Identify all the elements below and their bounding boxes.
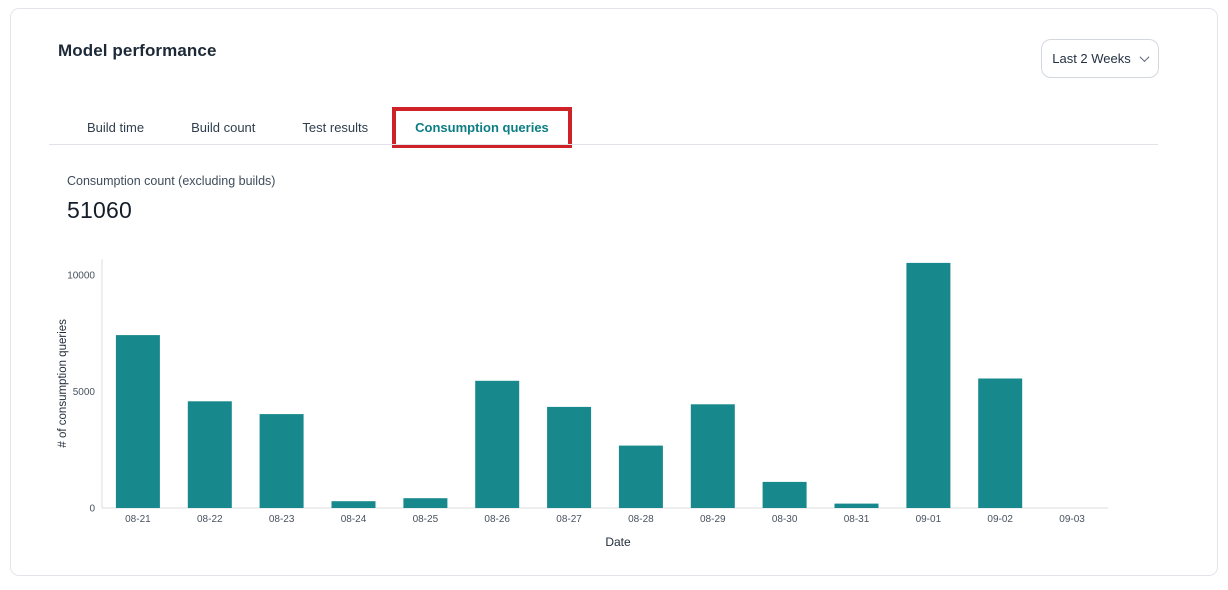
y-axis-title: # of consumption queries [57, 319, 69, 448]
x-axis-title: Date [605, 535, 631, 549]
chart-bar-08-29[interactable] [691, 404, 735, 508]
chart-bar-08-28[interactable] [619, 446, 663, 508]
consumption-chart: 0 5000 10000 08-21 08-22 08-23 08-24 08-25 08-26… [41, 249, 1121, 559]
chart-bar-08-24[interactable] [332, 501, 376, 508]
chart-bar-08-31[interactable] [835, 504, 879, 508]
x-tick-label: 08-22 [197, 514, 223, 525]
x-tick-label: 08-30 [772, 514, 798, 525]
chart-bar-08-21[interactable] [116, 335, 160, 508]
chart-bar-08-26[interactable] [475, 381, 519, 508]
tab-test-results[interactable]: Test results [301, 120, 369, 135]
chart-bar-08-23[interactable] [260, 414, 304, 508]
tab-build-time[interactable]: Build time [86, 120, 145, 135]
x-tick-label: 08-31 [844, 514, 870, 525]
tab-build-count[interactable]: Build count [190, 120, 256, 135]
x-tick-label: 08-25 [413, 514, 439, 525]
x-tick-label: 08-23 [269, 514, 295, 525]
x-tick-label: 08-21 [125, 514, 151, 525]
tabs: Build time Build count Test results Consump… [86, 113, 550, 141]
y-tick-label: 5000 [73, 387, 96, 398]
chevron-down-icon [1139, 52, 1149, 62]
chart-bar-09-01[interactable] [906, 263, 950, 508]
x-tick-label: 09-02 [987, 514, 1013, 525]
model-performance-card: Model performance Last 2 Weeks Build tim… [10, 8, 1218, 576]
date-range-selector[interactable]: Last 2 Weeks [1041, 39, 1159, 78]
tabs-divider [49, 144, 1158, 145]
chart-bar-08-22[interactable] [188, 401, 232, 508]
x-tick-label: 09-01 [916, 514, 942, 525]
y-tick-label: 10000 [67, 271, 95, 282]
metric-label: Consumption count (excluding builds) [67, 174, 275, 188]
chart-bar-08-27[interactable] [547, 407, 591, 508]
x-tick-label: 08-24 [341, 514, 367, 525]
page-title: Model performance [58, 41, 217, 61]
tab-consumption-queries[interactable]: Consumption queries [414, 120, 550, 135]
chart-bar-09-02[interactable] [978, 379, 1022, 509]
x-tick-label: 08-28 [628, 514, 654, 525]
x-tick-label: 08-27 [556, 514, 582, 525]
y-tick-label: 0 [89, 504, 95, 515]
metric-value: 51060 [67, 197, 132, 224]
x-tick-label: 09-03 [1059, 514, 1085, 525]
x-tick-label: 08-29 [700, 514, 726, 525]
x-tick-label: 08-26 [484, 514, 510, 525]
bar-chart-svg: 0 5000 10000 08-21 08-22 08-23 08-24 08-25 08-26… [41, 249, 1121, 559]
date-range-label: Last 2 Weeks [1052, 51, 1131, 66]
chart-bar-08-30[interactable] [763, 482, 807, 508]
chart-bar-08-25[interactable] [403, 498, 447, 508]
